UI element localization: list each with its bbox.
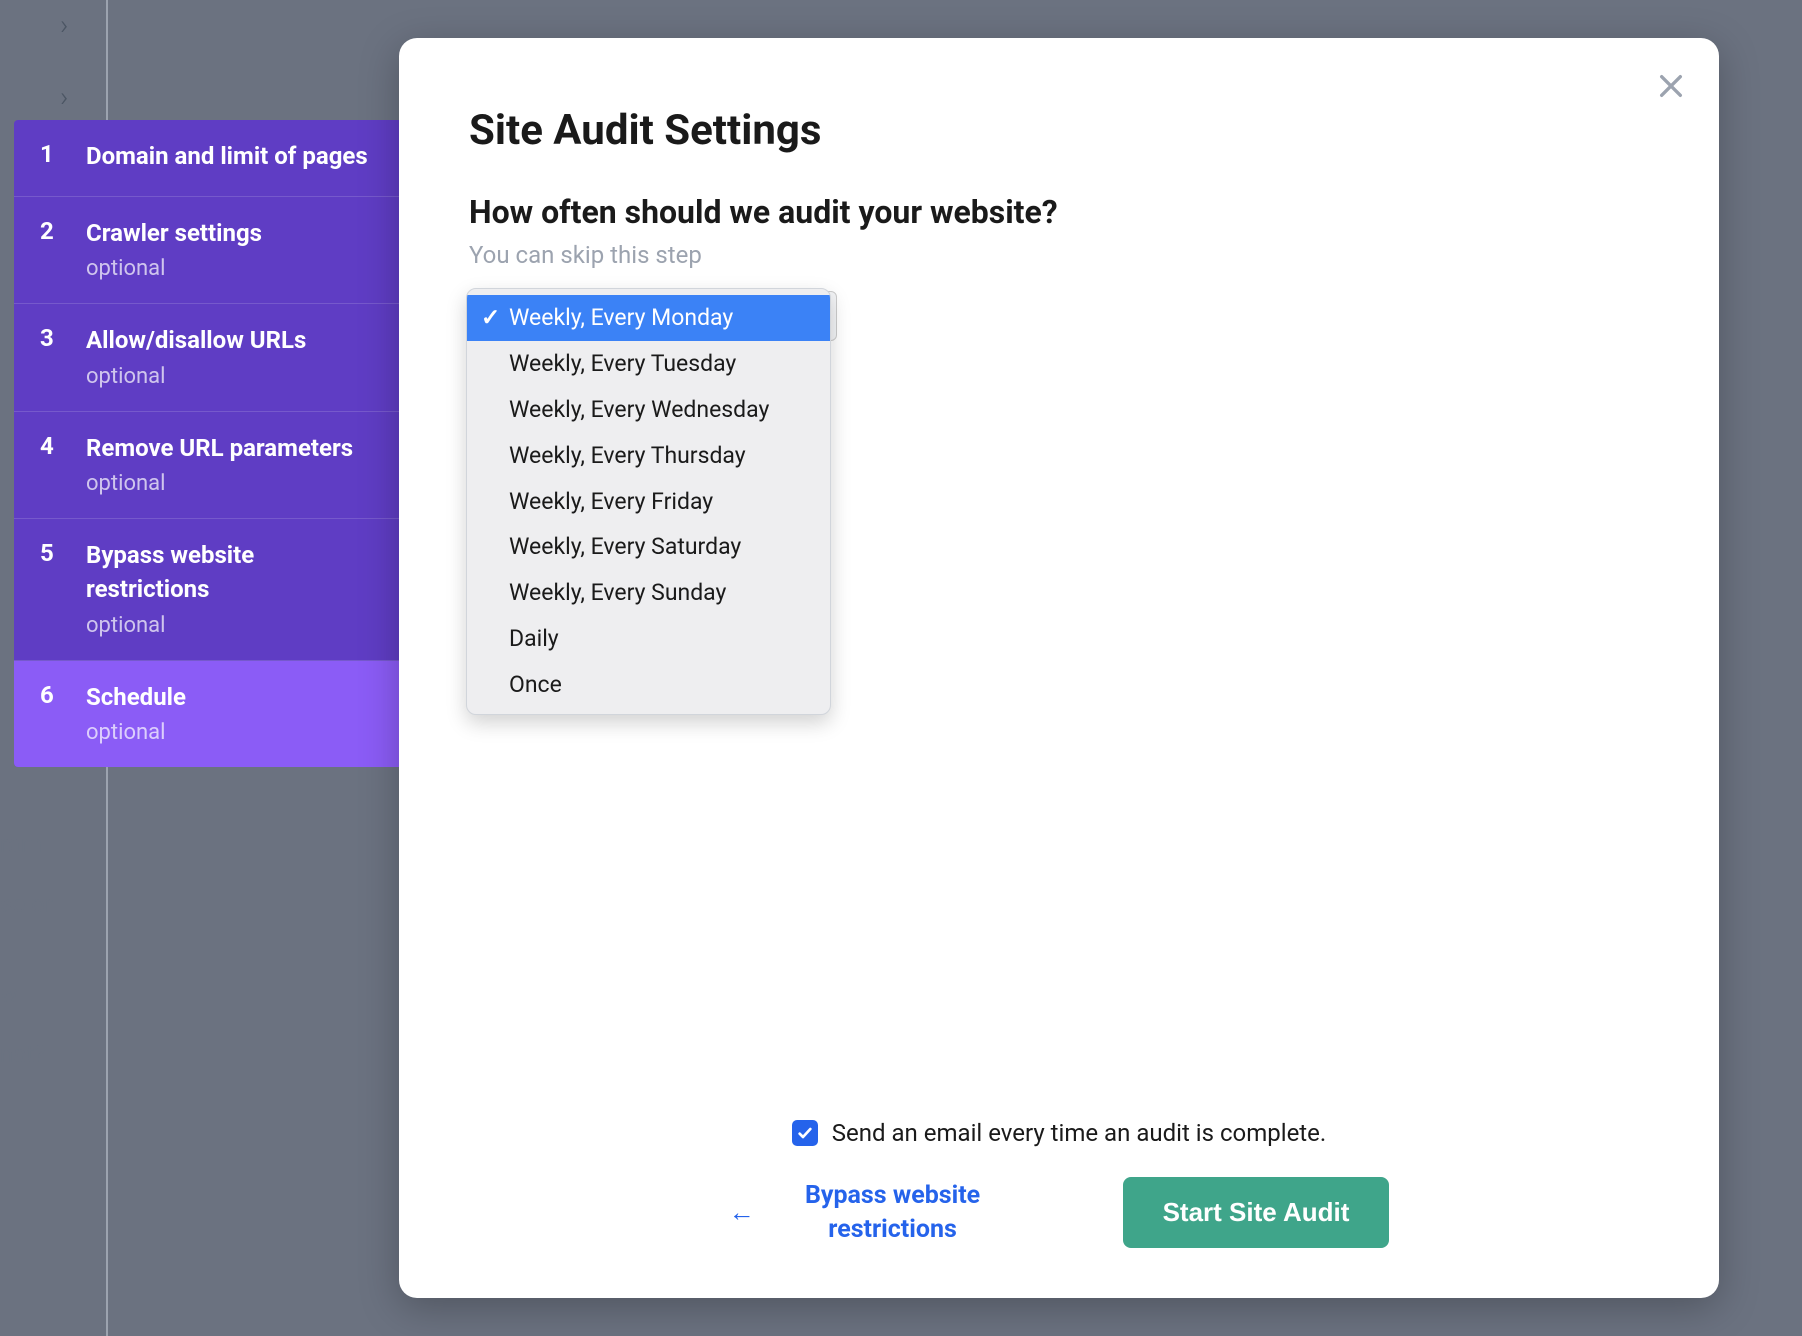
modal-title: Site Audit Settings: [469, 106, 1649, 155]
check-icon: [797, 1125, 813, 1141]
footer-actions: ← Bypass website restrictions Start Site…: [469, 1177, 1649, 1248]
step-number: 6: [40, 681, 86, 709]
step-schedule[interactable]: 6 Schedule optional: [14, 661, 399, 768]
step-allow-disallow-urls[interactable]: 3 Allow/disallow URLs optional: [14, 304, 399, 412]
step-optional-label: optional: [86, 364, 377, 389]
close-icon: [1655, 70, 1687, 102]
step-title: Bypass website restrictions: [86, 539, 377, 606]
step-optional-label: optional: [86, 720, 377, 745]
back-button[interactable]: ← Bypass website restrictions: [729, 1179, 1003, 1247]
step-title: Schedule: [86, 681, 377, 715]
site-audit-settings-modal: Site Audit Settings How often should we …: [399, 38, 1719, 1298]
arrow-left-icon: ←: [729, 1197, 755, 1228]
step-domain-limit[interactable]: 1 Domain and limit of pages: [14, 120, 399, 197]
step-title: Allow/disallow URLs: [86, 324, 377, 358]
step-optional-label: optional: [86, 256, 377, 281]
step-remove-url-parameters[interactable]: 4 Remove URL parameters optional: [14, 412, 399, 520]
modal-hint: You can skip this step: [469, 241, 1649, 269]
bg-text: nat?: [0, 1040, 46, 1068]
step-title: Remove URL parameters: [86, 432, 377, 466]
dropdown-option-weekly-monday[interactable]: Weekly, Every Monday: [467, 295, 830, 341]
dropdown-option-once[interactable]: Once: [467, 662, 830, 708]
step-crawler-settings[interactable]: 2 Crawler settings optional: [14, 197, 399, 305]
email-checkbox-label: Send an email every time an audit is com…: [832, 1119, 1326, 1147]
step-number: 4: [40, 432, 86, 460]
wizard-steps-sidebar: 1 Domain and limit of pages 2 Crawler se…: [14, 120, 399, 767]
bg-text: ram: [0, 830, 42, 858]
dropdown-option-daily[interactable]: Daily: [467, 616, 830, 662]
back-label: Bypass website restrictions: [783, 1179, 1003, 1247]
dropdown-option-weekly-friday[interactable]: Weekly, Every Friday: [467, 479, 830, 525]
step-bypass-restrictions[interactable]: 5 Bypass website restrictions optional: [14, 519, 399, 660]
schedule-dropdown[interactable]: Weekly, Every Monday Weekly, Every Tuesd…: [469, 291, 1649, 341]
bg-text: se or: [0, 890, 53, 918]
step-number: 1: [40, 140, 86, 168]
dropdown-menu: Weekly, Every Monday Weekly, Every Tuesd…: [466, 288, 831, 715]
modal-subtitle: How often should we audit your website?: [469, 193, 1649, 231]
email-checkbox-row: Send an email every time an audit is com…: [469, 1119, 1649, 1147]
dropdown-option-weekly-sunday[interactable]: Weekly, Every Sunday: [467, 570, 830, 616]
dropdown-option-weekly-wednesday[interactable]: Weekly, Every Wednesday: [467, 387, 830, 433]
bg-text: w: [0, 980, 18, 1008]
step-title: Domain and limit of pages: [86, 140, 377, 174]
close-button[interactable]: [1647, 62, 1695, 110]
step-title: Crawler settings: [86, 217, 377, 251]
step-number: 3: [40, 324, 86, 352]
chevron-right-icon: ›: [60, 8, 68, 41]
email-checkbox[interactable]: [792, 1120, 818, 1146]
dropdown-option-weekly-saturday[interactable]: Weekly, Every Saturday: [467, 524, 830, 570]
step-optional-label: optional: [86, 613, 377, 638]
step-number: 2: [40, 217, 86, 245]
modal-footer: Send an email every time an audit is com…: [469, 1119, 1649, 1248]
step-optional-label: optional: [86, 471, 377, 496]
chevron-right-icon: ›: [60, 80, 68, 113]
step-number: 5: [40, 539, 86, 567]
start-site-audit-button[interactable]: Start Site Audit: [1123, 1177, 1390, 1248]
dropdown-option-weekly-tuesday[interactable]: Weekly, Every Tuesday: [467, 341, 830, 387]
dropdown-option-weekly-thursday[interactable]: Weekly, Every Thursday: [467, 433, 830, 479]
